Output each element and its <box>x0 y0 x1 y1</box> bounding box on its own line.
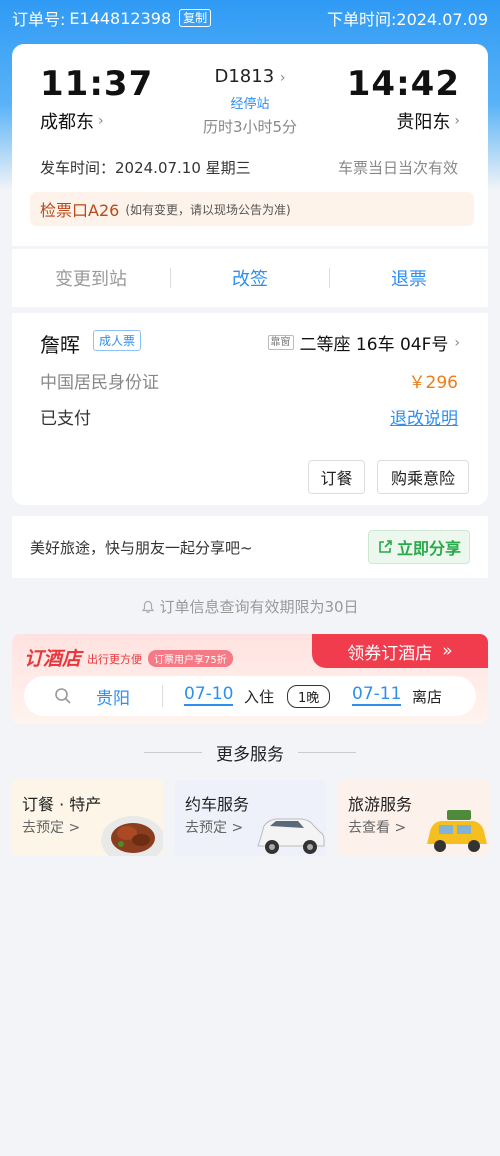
share-text: 美好旅途，快与朋友一起分享吧~ <box>30 538 253 557</box>
checkout-label: 离店 <box>412 688 443 706</box>
service-subtitle: 去预定 > <box>22 820 81 836</box>
reschedule-button[interactable]: 改签 <box>171 265 329 291</box>
bell-icon <box>142 600 155 613</box>
more-services-title: 更多服务 <box>216 745 284 765</box>
chevron-right-icon: › <box>279 70 286 86</box>
service-subtitle: 去查看 > <box>348 820 407 836</box>
arrive-station[interactable]: 贵阳东 › <box>396 108 460 134</box>
order-time-group: 下单时间:2024.07.09 <box>327 6 488 30</box>
nights-badge: 1晚 <box>287 685 331 708</box>
passenger-card: 詹晖 成人票 靠窗 二等座 16车 04F号 › 中国居民身份证 ￥296 已支… <box>12 313 488 505</box>
order-meal-button[interactable]: 订餐 <box>308 460 365 494</box>
order-number-group: 订单号: E144812398 复制 <box>12 6 212 30</box>
order-info-bar: 订单号: E144812398 复制 下单时间:2024.07.09 <box>0 0 500 36</box>
ticket-price: ￥296 <box>408 373 458 393</box>
order-time: 2024.07.09 <box>396 10 488 29</box>
hotel-slogan: 出行更方便 <box>87 653 142 666</box>
service-card-car[interactable]: 约车服务 去预定 > <box>175 780 326 856</box>
hotel-coupon-label: 领券订酒店 <box>347 643 433 664</box>
passenger-name: 詹晖 <box>40 333 80 357</box>
hotel-search-bar[interactable]: 贵阳 07-10 入住 1晚 07-11 离店 <box>24 676 476 716</box>
service-card-food[interactable]: 订餐 · 特产 去预定 > <box>12 780 163 856</box>
seat-info[interactable]: 靠窗 二等座 16车 04F号 › <box>267 330 460 355</box>
refund-rules-link[interactable]: 退改说明 <box>390 404 458 429</box>
train-number-text: D1813 <box>214 66 275 87</box>
checkin-label: 入住 <box>244 688 275 706</box>
service-title: 旅游服务 <box>348 795 413 814</box>
service-title: 订餐 · 特产 <box>22 795 102 814</box>
car-icon <box>257 818 325 854</box>
order-number: E144812398 <box>69 8 172 28</box>
buy-insurance-button[interactable]: 购乘意险 <box>377 460 469 494</box>
checkin-date[interactable]: 07-10 <box>184 684 234 706</box>
share-button[interactable]: 立即分享 <box>367 530 470 564</box>
food-plate-icon <box>101 816 163 856</box>
ticket-validity: 车票当日当次有效 <box>337 159 458 177</box>
decorative-line <box>298 752 356 753</box>
id-type: 中国居民身份证 <box>40 373 159 393</box>
hotel-brand: 订酒店 <box>24 648 82 670</box>
ticket-actions: 变更到站 改签 退票 <box>12 249 488 307</box>
validity-notice-text: 订单信息查询有效期限为30日 <box>159 598 359 616</box>
checkout-date[interactable]: 07-11 <box>352 684 402 706</box>
service-card-travel[interactable]: 旅游服务 去查看 > <box>338 780 489 856</box>
depart-date: 发车时间：2024.07.10 星期三 <box>40 159 251 177</box>
hotel-banner: 订酒店 出行更方便 订票用户享75折 领券订酒店 » 贵阳 07-10 入住 1… <box>12 634 488 724</box>
hotel-promo-badge: 订票用户享75折 <box>148 650 233 667</box>
hotel-coupon-button[interactable]: 领券订酒店 » <box>312 634 488 668</box>
payment-status: 已支付 <box>40 409 91 429</box>
share-banner: 美好旅途，快与朋友一起分享吧~ 立即分享 <box>12 516 488 578</box>
refund-button[interactable]: 退票 <box>330 265 488 291</box>
service-subtitle: 去预定 > <box>185 820 244 836</box>
ticket-type-badge: 成人票 <box>93 330 142 351</box>
change-station-button[interactable]: 变更到站 <box>12 265 170 291</box>
decorative-line <box>144 752 202 753</box>
ticket-gate-note: (如有变更，请以现场公告为准) <box>125 202 291 217</box>
order-number-label: 订单号: <box>12 10 66 29</box>
travel-car-icon <box>427 810 487 852</box>
search-icon <box>55 688 71 704</box>
service-title: 约车服务 <box>185 795 250 814</box>
chevron-right-icon: › <box>454 113 460 129</box>
arrive-station-name: 贵阳东 <box>396 112 451 133</box>
share-icon <box>379 540 392 553</box>
ticket-gate: 检票口A26 <box>40 201 120 220</box>
more-services-header: 更多服务 <box>0 740 500 765</box>
train-info-card: 11:37 成都东 › D1813 › 经停站 历时3小时5分 14:42 贵阳… <box>12 44 488 246</box>
chevron-right-icon: › <box>454 334 460 351</box>
share-button-label: 立即分享 <box>396 539 461 558</box>
divider <box>162 685 163 707</box>
order-validity-notice: 订单信息查询有效期限为30日 <box>0 596 500 617</box>
window-seat-tag: 靠窗 <box>267 335 294 350</box>
arrive-time: 14:42 <box>346 64 460 104</box>
order-time-label: 下单时间: <box>326 10 397 29</box>
double-chevron-right-icon: » <box>442 641 453 661</box>
seat-number: 二等座 16车 04F号 <box>299 335 449 355</box>
copy-order-button[interactable]: 复制 <box>179 9 212 27</box>
ticket-gate-box: 检票口A26 (如有变更，请以现场公告为准) <box>30 192 474 226</box>
hotel-city[interactable]: 贵阳 <box>96 684 130 709</box>
